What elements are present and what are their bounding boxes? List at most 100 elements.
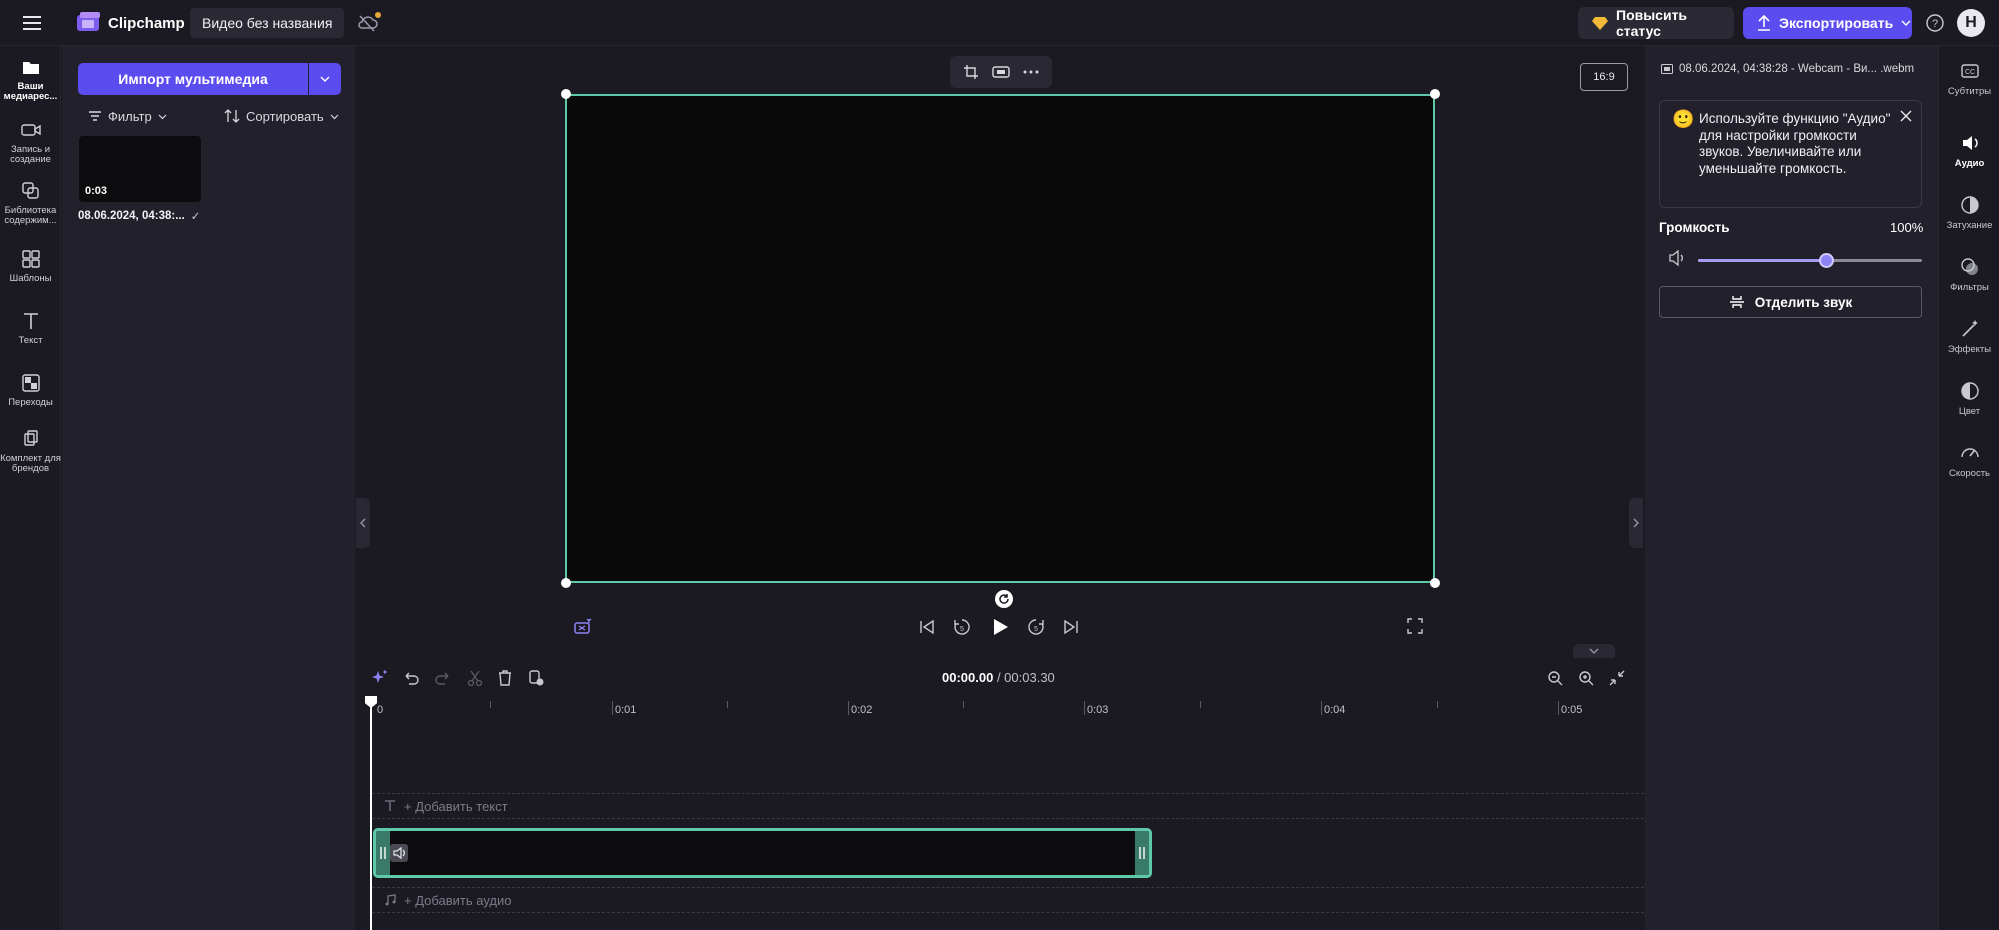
help-icon[interactable]: ? bbox=[1925, 13, 1945, 33]
duplicate-icon[interactable] bbox=[527, 669, 545, 687]
playhead[interactable] bbox=[370, 700, 372, 930]
tip-text: Используйте функцию "Аудио" для настройк… bbox=[1699, 111, 1891, 176]
rewind-5s-icon[interactable]: 5 bbox=[952, 617, 972, 641]
audio-track[interactable]: + Добавить аудио bbox=[372, 887, 1644, 913]
export-button[interactable]: Экспортировать bbox=[1743, 7, 1912, 39]
right-navigation: CC Субтитры Аудио Затухание Фильтры Эффе… bbox=[1938, 46, 1999, 930]
nav-item-text[interactable]: Текст bbox=[0, 310, 61, 346]
aspect-ratio-button[interactable]: 16:9 bbox=[1580, 63, 1628, 91]
skip-to-start-icon[interactable] bbox=[918, 617, 936, 641]
nav-item-effects[interactable]: Эффекты bbox=[1939, 318, 1999, 355]
split-scissors-icon[interactable] bbox=[466, 669, 484, 687]
captions-icon: CC bbox=[1959, 60, 1981, 82]
folder-icon bbox=[20, 56, 42, 78]
ruler-label: 0 bbox=[377, 704, 384, 716]
nav-item-content-library[interactable]: Библиотека содержим... bbox=[0, 180, 61, 226]
nav-item-templates[interactable]: Шаблоны bbox=[0, 248, 61, 284]
ruler-tick bbox=[490, 701, 491, 708]
rotate-icon[interactable] bbox=[995, 590, 1013, 608]
nav-item-captions[interactable]: CC Субтитры bbox=[1939, 60, 1999, 97]
clip-volume-icon[interactable] bbox=[390, 844, 408, 862]
resize-handle-bottom-left[interactable] bbox=[561, 578, 571, 588]
text-track[interactable]: + Добавить текст bbox=[372, 793, 1644, 819]
nav-item-fade[interactable]: Затухание bbox=[1939, 194, 1999, 231]
more-options-icon[interactable] bbox=[1023, 70, 1039, 74]
import-options-button[interactable] bbox=[309, 63, 341, 95]
nav-label: Текст bbox=[18, 335, 43, 346]
hamburger-menu-icon[interactable] bbox=[20, 12, 44, 34]
no-camera-icon[interactable] bbox=[573, 617, 595, 641]
cloud-sync-off-icon[interactable] bbox=[356, 12, 382, 34]
nav-item-your-media[interactable]: Ваши медиарес... bbox=[0, 56, 61, 102]
forward-5s-icon[interactable]: 5 bbox=[1026, 617, 1046, 641]
fit-icon[interactable] bbox=[992, 65, 1010, 79]
nav-item-brand-kit[interactable]: Комплект для брендов bbox=[0, 428, 61, 474]
close-icon[interactable] bbox=[1899, 109, 1913, 123]
crop-icon[interactable] bbox=[963, 64, 979, 80]
ruler-tick bbox=[1084, 701, 1085, 715]
resize-handle-top-left[interactable] bbox=[561, 89, 571, 99]
add-audio-label[interactable]: + Добавить аудио bbox=[404, 893, 512, 908]
skip-to-end-icon[interactable] bbox=[1062, 617, 1080, 641]
app-name: Clipchamp bbox=[108, 15, 185, 32]
detach-audio-button[interactable]: Отделить звук bbox=[1659, 286, 1922, 318]
collapse-media-panel-button[interactable] bbox=[356, 498, 370, 548]
ruler-tick bbox=[848, 701, 849, 715]
clip-trim-handle-left[interactable] bbox=[376, 831, 390, 875]
play-icon[interactable] bbox=[990, 617, 1010, 641]
fullscreen-icon[interactable] bbox=[1406, 617, 1424, 641]
undo-icon[interactable] bbox=[402, 669, 420, 687]
project-title[interactable]: Видео без названия bbox=[190, 8, 345, 38]
nav-item-transitions[interactable]: Переходы bbox=[0, 372, 61, 408]
clip-trim-handle-right[interactable] bbox=[1135, 831, 1149, 875]
preview-toolbar bbox=[950, 56, 1052, 88]
video-preview-canvas[interactable] bbox=[565, 94, 1435, 583]
ruler-tick bbox=[612, 701, 613, 715]
fit-timeline-icon[interactable] bbox=[1608, 669, 1626, 687]
media-used-check: ✓ bbox=[190, 211, 201, 223]
media-thumbnail[interactable]: 0:03 bbox=[79, 136, 201, 202]
volume-slider-thumb[interactable] bbox=[1818, 253, 1834, 268]
resize-handle-top-right[interactable] bbox=[1430, 89, 1440, 99]
filter-label: Фильтр bbox=[108, 108, 152, 124]
collapse-properties-panel-button[interactable] bbox=[1629, 498, 1643, 548]
sort-label: Сортировать bbox=[246, 108, 324, 124]
nav-item-color[interactable]: Цвет bbox=[1939, 380, 1999, 417]
upgrade-button[interactable]: Повысить статус bbox=[1578, 7, 1734, 39]
nav-label: Фильтры bbox=[1950, 282, 1989, 293]
nav-item-audio[interactable]: Аудио bbox=[1939, 132, 1999, 169]
collapse-timeline-button[interactable] bbox=[1573, 644, 1615, 658]
top-bar: Clipchamp Видео без названия Повысить ст… bbox=[0, 0, 1999, 46]
sort-button[interactable]: Сортировать bbox=[224, 104, 339, 128]
nav-item-filters[interactable]: Фильтры bbox=[1939, 256, 1999, 293]
ruler-tick bbox=[1558, 701, 1559, 715]
zoom-in-icon[interactable] bbox=[1577, 669, 1595, 687]
delete-icon[interactable] bbox=[496, 669, 514, 687]
resize-handle-bottom-right[interactable] bbox=[1430, 578, 1440, 588]
nav-item-speed[interactable]: Скорость bbox=[1939, 442, 1999, 479]
volume-slider[interactable] bbox=[1698, 253, 1922, 268]
ruler-label: 0:05 bbox=[1561, 704, 1583, 716]
magic-sparkle-icon[interactable] bbox=[370, 669, 388, 687]
redo-icon[interactable] bbox=[434, 669, 452, 687]
speaker-icon[interactable] bbox=[1667, 249, 1687, 267]
media-name-label: 08.06.2024, 04:38:... bbox=[78, 210, 185, 222]
ruler-tick bbox=[1200, 701, 1201, 708]
nav-label: Шаблоны bbox=[9, 273, 52, 284]
camera-icon bbox=[20, 119, 42, 141]
smile-emoji-icon: 🙂 bbox=[1672, 109, 1695, 129]
sort-icon bbox=[224, 109, 240, 123]
chevron-down-icon bbox=[320, 75, 330, 83]
video-clip[interactable] bbox=[373, 828, 1152, 878]
text-track-icon bbox=[384, 800, 396, 812]
selected-file-name: 08.06.2024, 04:38:28 - Webcam - Ви... .w… bbox=[1679, 63, 1915, 75]
user-avatar[interactable]: Н bbox=[1957, 9, 1985, 37]
filter-button[interactable]: Фильтр bbox=[88, 104, 167, 128]
zoom-out-icon[interactable] bbox=[1546, 669, 1564, 687]
ruler-label: 0:01 bbox=[615, 704, 637, 716]
media-panel: Импорт мультимедиа Фильтр Сортировать 0:… bbox=[62, 46, 355, 930]
nav-item-record-create[interactable]: Запись и создание bbox=[0, 119, 61, 165]
add-text-label[interactable]: + Добавить текст bbox=[404, 799, 508, 814]
chevron-down-icon bbox=[330, 113, 339, 120]
import-media-button[interactable]: Импорт мультимедиа bbox=[78, 63, 308, 95]
